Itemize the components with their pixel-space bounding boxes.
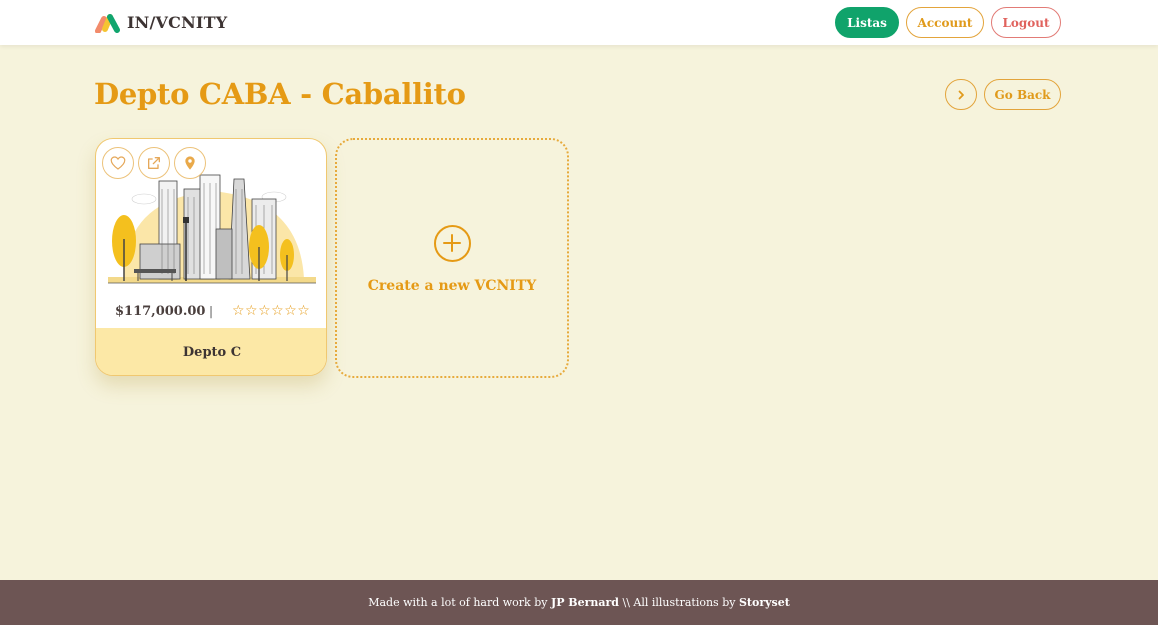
- card-meta: $117,000.00 | ☆☆☆☆☆☆: [96, 297, 326, 327]
- navbar: IN/VCNITY Listas Account Logout: [0, 0, 1158, 45]
- page-title: Depto CABA - Caballito: [94, 77, 466, 111]
- logout-button[interactable]: Logout: [991, 7, 1061, 38]
- open-link-button[interactable]: [138, 147, 170, 179]
- listas-button[interactable]: Listas: [835, 7, 899, 38]
- footer: Made with a lot of hard work by JP Berna…: [0, 580, 1158, 625]
- heart-icon: [110, 156, 126, 170]
- logo-icon: [95, 14, 120, 33]
- brand[interactable]: IN/VCNITY: [95, 11, 227, 33]
- footer-credit[interactable]: Storyset: [739, 596, 790, 609]
- footer-author[interactable]: JP Bernard: [551, 596, 619, 609]
- star-rating[interactable]: ☆☆☆☆☆☆: [232, 303, 310, 319]
- plus-icon: [433, 224, 471, 262]
- account-button[interactable]: Account: [906, 7, 984, 38]
- create-vcnity-label: Create a new VCNITY: [367, 277, 537, 294]
- city-illustration: [108, 174, 316, 284]
- favorite-button[interactable]: [102, 147, 134, 179]
- go-back-button[interactable]: Go Back: [984, 79, 1061, 110]
- listing-card[interactable]: $117,000.00 | ☆☆☆☆☆☆ Depto C: [95, 138, 327, 376]
- separator: |: [209, 304, 214, 318]
- chevron-right-icon: [958, 90, 964, 99]
- location-button[interactable]: [174, 147, 206, 179]
- brand-name: IN/VCNITY: [127, 12, 228, 32]
- card-name[interactable]: Depto C: [96, 328, 326, 375]
- footer-middle: \\ All illustrations by: [619, 596, 739, 609]
- create-vcnity-card[interactable]: Create a new VCNITY: [335, 138, 569, 378]
- price: $117,000.00: [115, 304, 206, 319]
- location-pin-icon: [185, 156, 195, 170]
- next-button[interactable]: [945, 79, 977, 110]
- card-actions: [102, 147, 206, 179]
- nav-buttons: Listas Account Logout: [835, 7, 1061, 38]
- external-link-icon: [148, 157, 160, 169]
- footer-prefix: Made with a lot of hard work by: [368, 596, 551, 609]
